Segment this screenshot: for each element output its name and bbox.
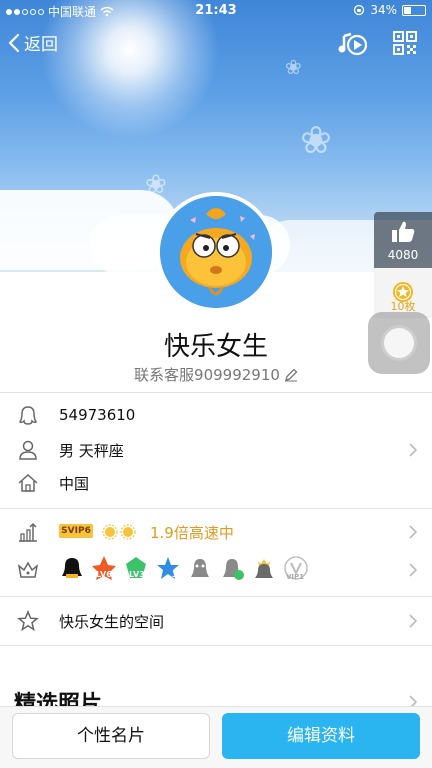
snowflake-icon: ❀	[145, 170, 167, 200]
chevron-right-icon	[409, 563, 418, 577]
space-label: 快乐女生的空间	[59, 613, 165, 631]
sun-crown-icon	[102, 524, 136, 540]
space-row[interactable]: 快乐女生的空间	[0, 605, 432, 637]
gender-row[interactable]: 男 天秤座	[0, 434, 432, 466]
qq-number-row: 54973610	[0, 400, 432, 432]
thumbs-up-icon	[392, 221, 415, 242]
service-line: 联系客服909992910	[0, 364, 432, 385]
crown-icon	[17, 561, 39, 578]
badges-row[interactable]: LV6 LV3 3 VIP1	[0, 554, 432, 586]
speed-status: 1.9倍高速中	[150, 524, 234, 542]
battery-percent: 34%	[370, 3, 397, 17]
battery-icon	[402, 4, 426, 16]
growth-chart-icon	[19, 522, 37, 542]
vip-badge: VIP1	[282, 554, 310, 582]
star-badge: 3	[154, 554, 182, 582]
snowflake-icon: ❀	[300, 118, 332, 162]
gender-constellation: 男 天秤座	[59, 442, 124, 460]
location: 中国	[59, 475, 90, 493]
profile-card-button[interactable]: 个性名片	[12, 713, 210, 759]
chevron-right-icon	[409, 614, 418, 628]
like-count: 4080	[387, 248, 419, 262]
medal-button[interactable]: 10枚	[374, 268, 432, 318]
penguin-crown-badge	[250, 554, 278, 582]
avatar[interactable]	[156, 192, 276, 312]
chevron-right-icon	[409, 525, 418, 539]
location-row: 中国	[0, 467, 432, 499]
divider	[0, 596, 432, 597]
qq-penguin-badge	[58, 554, 86, 582]
divider	[0, 508, 432, 509]
status-bar: 中国联通 21:43 34%	[0, 0, 432, 22]
chevron-left-icon	[8, 33, 20, 52]
penguin-icon	[18, 406, 38, 425]
home-icon	[18, 473, 38, 492]
service-text: 联系客服909992910	[134, 366, 280, 384]
badge-list: LV6 LV3 3 VIP1	[58, 554, 310, 582]
level-badge-lv6: LV6	[90, 554, 118, 582]
edit-pencil-icon[interactable]	[284, 368, 298, 382]
music-play-icon[interactable]	[338, 30, 368, 58]
edit-profile-button[interactable]: 编辑资料	[222, 713, 420, 759]
back-label: 返回	[24, 35, 58, 55]
chevron-right-icon	[409, 443, 418, 457]
avatar-fish-image	[160, 196, 272, 308]
star-outline-icon	[17, 610, 39, 632]
snowflake-icon: ❀	[285, 55, 302, 79]
person-icon	[19, 440, 37, 460]
penguin-grey-badge	[186, 554, 214, 582]
penguin-green-badge	[218, 554, 246, 582]
qr-code-icon[interactable]	[392, 30, 422, 58]
svip-tag: SVIP6	[59, 524, 93, 538]
rotation-lock-icon	[354, 4, 365, 16]
back-button[interactable]: 返回	[8, 30, 58, 55]
level-badge-lv3: LV3	[122, 554, 150, 582]
qq-number: 54973610	[59, 406, 136, 424]
divider	[0, 645, 432, 646]
like-button[interactable]: 4080	[374, 212, 432, 268]
bottom-action-bar: 个性名片 编辑资料	[0, 706, 432, 768]
divider	[0, 392, 432, 393]
nickname: 快乐女生	[163, 332, 268, 362]
vip-row[interactable]: SVIP6 1.9倍高速中	[0, 516, 432, 548]
